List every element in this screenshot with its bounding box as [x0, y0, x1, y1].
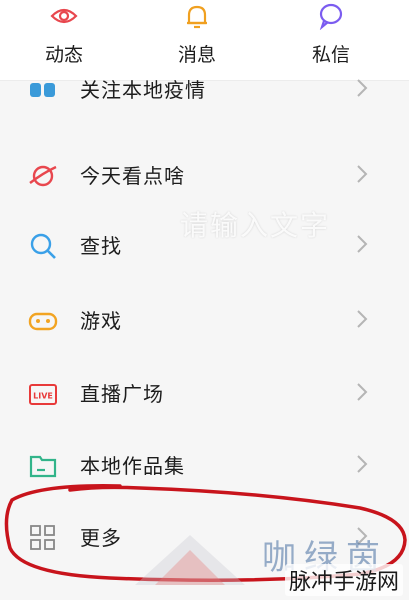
menu-item-local-news[interactable]: 关注本地疫情 — [0, 54, 409, 124]
chat-bubble-icon — [319, 3, 343, 30]
live-icon: LIVE — [29, 384, 57, 405]
menu-item-label: 关注本地疫情 — [80, 78, 206, 102]
menu-item-games[interactable]: 游戏 — [0, 285, 409, 355]
menu-item-label: 直播广场 — [80, 382, 164, 406]
search-icon — [30, 233, 56, 259]
grid-icon — [30, 525, 55, 550]
menu-list: 关注本地疫情 今天看点啥 查找 游戏 LIVE 直播广场 本地作品集 更多 — [0, 78, 409, 600]
chevron-right-icon — [357, 383, 368, 401]
chevron-right-icon — [357, 79, 368, 97]
menu-item-what-to-watch[interactable]: 今天看点啥 — [0, 140, 409, 210]
menu-item-label: 本地作品集 — [80, 454, 185, 478]
chevron-right-icon — [357, 165, 368, 183]
menu-item-label: 更多 — [80, 526, 122, 550]
chevron-right-icon — [357, 235, 368, 253]
bell-icon — [187, 5, 207, 29]
svg-text:LIVE: LIVE — [33, 392, 53, 401]
gamepad-icon — [28, 312, 58, 331]
menu-item-local-works[interactable]: 本地作品集 — [0, 430, 409, 500]
site-watermark: 脉冲手游网 — [284, 564, 403, 596]
chevron-right-icon — [357, 455, 368, 473]
planet-icon — [29, 165, 57, 187]
menu-item-label: 今天看点啥 — [80, 164, 185, 188]
chevron-right-icon — [357, 310, 368, 328]
menu-item-label: 游戏 — [80, 309, 122, 333]
folder-icon — [29, 455, 57, 478]
menu-item-live-square[interactable]: LIVE 直播广场 — [0, 358, 409, 428]
local-news-icon — [30, 83, 55, 97]
watermark-input-hint: 请输入文字 — [180, 209, 331, 242]
menu-item-label: 查找 — [80, 234, 122, 258]
watermark-logo — [135, 535, 245, 585]
eye-icon — [50, 8, 78, 24]
